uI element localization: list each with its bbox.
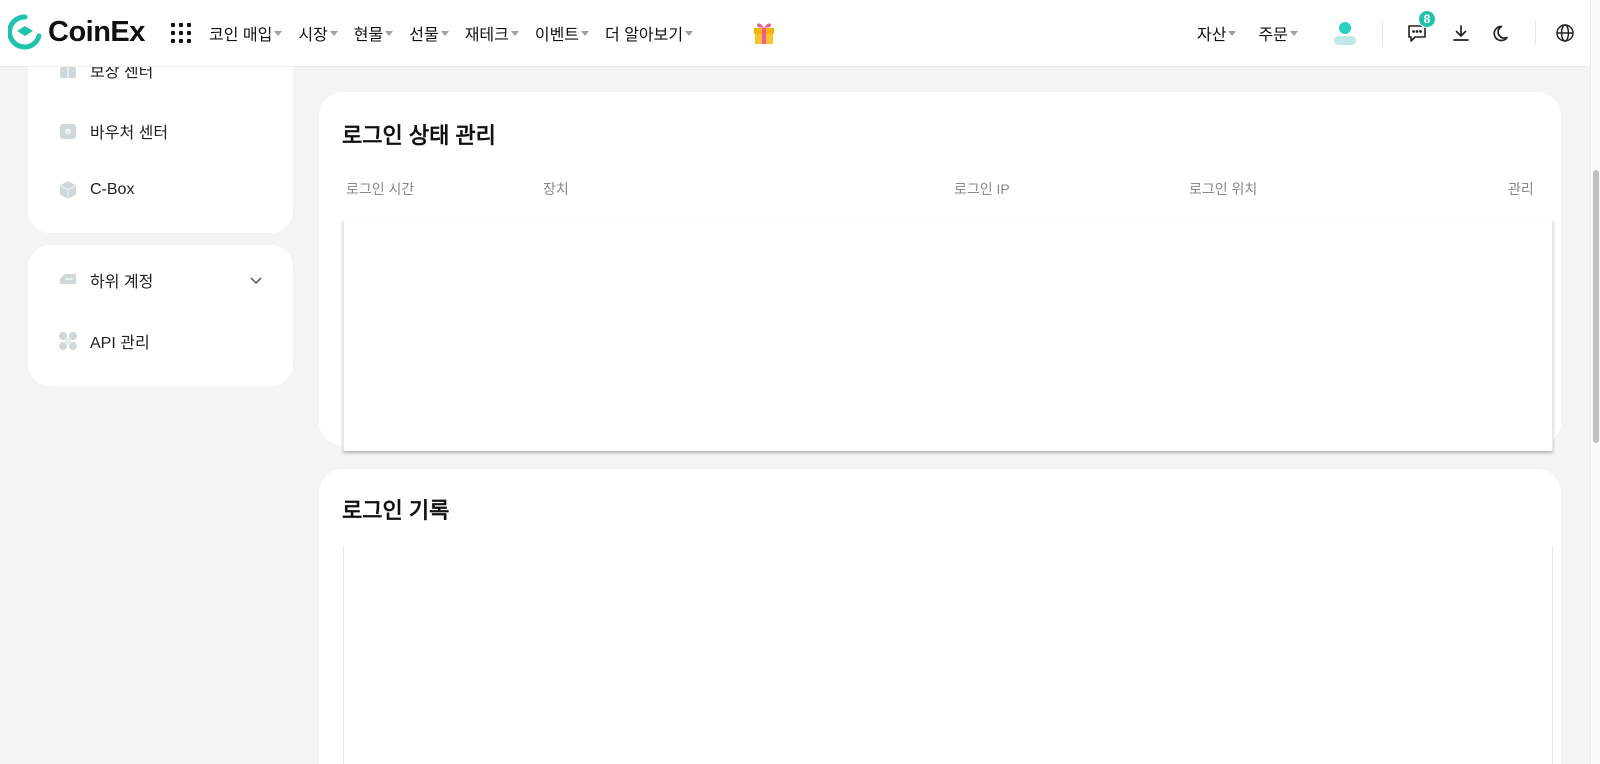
sidebar-item-voucher-center[interactable]: 바우처 센터 [58,119,168,143]
page-scrollbar[interactable] [1590,0,1600,764]
scrollbar-thumb[interactable] [1593,170,1599,443]
nav-finance[interactable]: 재테크 [465,21,519,45]
top-navigation-bar: CoinEx 코인 매입 시장 현물 선물 재테크 이벤트 더 알아보기 자산 … [0,0,1590,67]
column-header-login-ip: 로그인 IP [954,181,1010,197]
nav-spot[interactable]: 현물 [354,21,394,45]
main-nav: 코인 매입 시장 현물 선물 재테크 이벤트 더 알아보기 [209,21,709,45]
header-divider [1382,21,1383,45]
chevron-down-icon [274,30,283,36]
login-history-title: 로그인 기록 [342,498,450,523]
sidebar-item-c-box[interactable]: C-Box [58,180,134,200]
chevron-down-icon[interactable] [249,273,263,287]
nav-buy-crypto[interactable]: 코인 매입 [209,21,283,45]
nav-orders[interactable]: 주문 [1258,21,1298,45]
login-history-table-body [343,546,1553,764]
chevron-down-icon [685,30,694,36]
nav-markets[interactable]: 시장 [298,21,338,45]
sidebar-group-rewards: 보상 센터 바우처 센터 C-Box [28,40,293,233]
coinex-logo-icon [8,14,42,50]
header-divider [1535,21,1536,45]
sidebar-item-api-management[interactable]: API 관리 [58,329,150,353]
column-header-device: 장치 [543,181,569,197]
nav-futures[interactable]: 선물 [409,21,449,45]
nav-assets[interactable]: 자산 [1197,21,1237,45]
login-status-title: 로그인 상태 관리 [342,123,496,148]
column-header-login-location: 로그인 위치 [1189,181,1258,197]
sidebar-group-accounts: 하위 계정 API 관리 [28,245,293,386]
avatar-icon[interactable] [1333,20,1357,46]
sub-account-icon [60,274,76,284]
nav-more[interactable]: 더 알아보기 [605,21,694,45]
chevron-down-icon [440,30,449,36]
gift-icon[interactable] [752,19,776,50]
box-icon [59,181,77,199]
globe-icon[interactable] [1553,21,1577,45]
brand-name: CoinEx [48,15,145,48]
chevron-down-icon [385,30,394,36]
voucher-icon [60,124,76,139]
nav-events[interactable]: 이벤트 [535,21,590,45]
message-count-badge: 8 [1418,10,1436,28]
chevron-down-icon [329,30,338,36]
chevron-down-icon [510,30,519,36]
sidebar-item-sub-account[interactable]: 하위 계정 [58,268,263,292]
coinex-logo[interactable]: CoinEx [8,14,145,50]
column-header-manage: 관리 [1508,181,1534,197]
moon-icon[interactable] [1491,21,1515,45]
api-icon [59,332,77,350]
account-nav: 자산 주문 [1197,21,1320,45]
chevron-down-icon [1228,30,1237,36]
chevron-down-icon [581,30,590,36]
download-icon[interactable] [1449,21,1473,45]
chevron-down-icon [1289,30,1298,36]
login-status-table-body [343,220,1553,451]
column-header-login-time: 로그인 시간 [346,181,415,197]
apps-grid-icon[interactable] [171,23,191,43]
